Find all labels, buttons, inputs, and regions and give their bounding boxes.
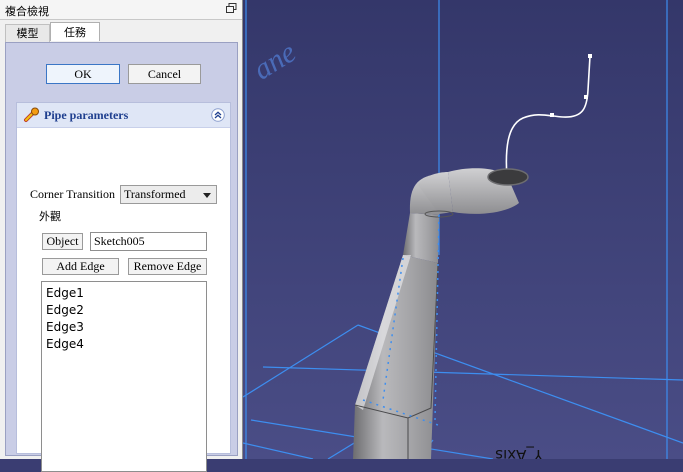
tab-tasks[interactable]: 任務 bbox=[50, 22, 100, 41]
task-panel: OK Cancel Pipe parameters Corner Transit… bbox=[5, 42, 238, 472]
pipe-parameters-group: Pipe parameters Corner Transition Transf… bbox=[16, 102, 231, 472]
collapse-icon[interactable] bbox=[211, 108, 225, 122]
ok-button[interactable]: OK bbox=[46, 64, 120, 84]
y-axis-label: Y_Axis bbox=[495, 445, 544, 459]
list-item[interactable]: Edge1 bbox=[42, 285, 206, 302]
float-window-icon[interactable] bbox=[226, 3, 237, 14]
edge-list[interactable]: Edge1 Edge2 Edge3 Edge4 bbox=[41, 281, 207, 472]
pipe-opening bbox=[487, 168, 529, 186]
corner-transition-label: Corner Transition bbox=[30, 187, 116, 201]
3d-viewport[interactable]: ane Y_Axis bbox=[242, 0, 683, 464]
panel-title: 複合檢視 bbox=[5, 5, 49, 18]
remove-edge-button[interactable]: Remove Edge bbox=[128, 258, 207, 275]
corner-transition-select[interactable]: Transformed bbox=[120, 185, 217, 204]
object-button[interactable]: Object bbox=[42, 233, 83, 250]
chevron-down-icon bbox=[203, 193, 211, 198]
appearance-label: 外觀 bbox=[39, 210, 61, 223]
list-item[interactable]: Edge3 bbox=[42, 319, 206, 336]
add-edge-button[interactable]: Add Edge bbox=[42, 258, 119, 275]
pipe-parameters-header[interactable]: Pipe parameters bbox=[17, 103, 230, 128]
combo-view-panel: 複合檢視 模型 任務 OK Cancel Pipe parameters Cor… bbox=[0, 0, 243, 472]
pipe-parameters-title: Pipe parameters bbox=[44, 108, 129, 122]
list-item[interactable]: Edge4 bbox=[42, 336, 206, 353]
cancel-button[interactable]: Cancel bbox=[128, 64, 201, 84]
panel-titlebar: 複合檢視 bbox=[0, 0, 242, 20]
list-item[interactable]: Edge2 bbox=[42, 302, 206, 319]
3d-scene: ane Y_Axis bbox=[242, 0, 683, 464]
corner-transition-value: Transformed bbox=[124, 187, 186, 201]
object-field[interactable]: Sketch005 bbox=[90, 232, 207, 251]
tab-model[interactable]: 模型 bbox=[5, 24, 50, 42]
viewport-background bbox=[243, 0, 683, 459]
pipe-icon bbox=[24, 107, 39, 122]
